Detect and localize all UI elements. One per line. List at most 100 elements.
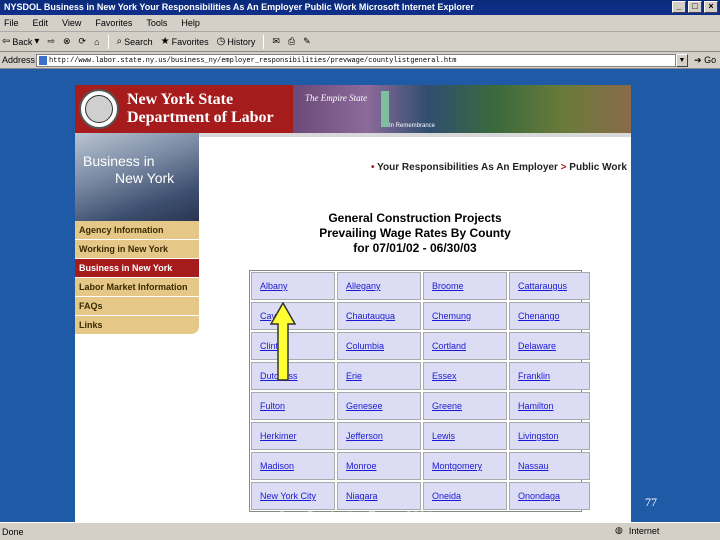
county-link[interactable]: Franklin — [509, 362, 590, 390]
heading-line2: Prevailing Wage Rates By County — [319, 226, 511, 240]
county-link[interactable]: Montgomery — [423, 452, 507, 480]
menu-tools[interactable]: Tools — [146, 15, 167, 31]
county-link[interactable]: Nassau — [509, 452, 590, 480]
county-link[interactable]: Fulton — [251, 392, 335, 420]
county-link[interactable]: Onondaga — [509, 482, 590, 510]
slide-number: 77 — [645, 495, 657, 509]
address-input[interactable]: http://www.labor.state.ny.us/business_ny… — [36, 53, 676, 67]
banner-photo: The Empire State In Remembrance — [293, 85, 631, 133]
county-grid: AlbanyAlleganyBroomeCattaraugusCayugaCha… — [249, 270, 590, 512]
menu-file[interactable]: File — [4, 15, 19, 31]
toolbar-separator — [107, 34, 109, 49]
menu-help[interactable]: Help — [181, 15, 200, 31]
mail-button[interactable]: ✉ — [272, 36, 280, 47]
security-zone: ◍ Internet — [615, 525, 659, 536]
globe-icon: ◍ — [615, 525, 623, 535]
breadcrumb-link-responsibilities[interactable]: Your Responsibilities As An Employer — [377, 162, 558, 173]
county-link[interactable]: Lewis — [423, 422, 507, 450]
slide-footer: State Purchasing Forum 2004 — [278, 508, 433, 523]
county-link[interactable]: Niagara — [337, 482, 421, 510]
county-link[interactable]: Hamilton — [509, 392, 590, 420]
edit-button[interactable]: ✎ — [303, 36, 311, 47]
county-link[interactable]: Essex — [423, 362, 507, 390]
pointer-arrow-icon — [270, 302, 296, 381]
county-link[interactable]: Herkimer — [251, 422, 335, 450]
county-link[interactable]: Cortland — [423, 332, 507, 360]
window-title: NYSDOL Business in New York Your Respons… — [4, 2, 474, 12]
toolbar: ⇦ Back ▾ ⇨ ⊗ ⟳ ⌂ ⌕ Search ★ Favorites ◷ … — [0, 32, 720, 52]
maximize-button[interactable]: □ — [688, 1, 702, 13]
print-button[interactable]: ⎙ — [288, 36, 295, 47]
empire-state-tagline: The Empire State — [305, 93, 368, 103]
close-button[interactable]: × — [704, 1, 718, 13]
status-text: Done — [2, 526, 24, 537]
menu-edit[interactable]: Edit — [33, 15, 49, 31]
minimize-button[interactable]: _ — [672, 1, 686, 13]
page-icon — [39, 55, 47, 65]
address-label: Address — [2, 55, 36, 65]
go-button[interactable]: ➔ Go — [694, 55, 716, 66]
chevron-down-icon: ▾ — [34, 36, 40, 47]
nav-item-labor-market-information[interactable]: Labor Market Information — [75, 278, 199, 297]
agency-banner[interactable]: New York State Department of Labor — [75, 85, 293, 133]
menu-bar: File Edit View Favorites Tools Help — [0, 15, 720, 32]
nav-item-links[interactable]: Links — [75, 316, 199, 335]
county-link[interactable]: Erie — [337, 362, 421, 390]
county-link[interactable]: New York City — [251, 482, 335, 510]
breadcrumb-current: Public Work — [569, 162, 627, 173]
search-button[interactable]: ⌕ Search — [117, 36, 153, 47]
back-button[interactable]: ⇦ Back ▾ — [2, 36, 39, 47]
remembrance-caption: In Remembrance — [389, 123, 436, 129]
left-nav: Agency Information Working in New York B… — [75, 221, 199, 335]
statue-of-liberty-icon — [381, 91, 389, 127]
county-link[interactable]: Broome — [423, 272, 507, 300]
back-label: Back — [12, 36, 33, 47]
web-page: New York State Department of Labor The E… — [75, 85, 631, 522]
breadcrumb: • Your Responsibilities As An Employer >… — [371, 162, 627, 173]
county-link[interactable]: Jefferson — [337, 422, 421, 450]
heading-line3: for 07/01/02 - 06/30/03 — [353, 241, 477, 255]
history-button[interactable]: ◷ History — [217, 36, 256, 47]
back-arrow-icon: ⇦ — [2, 36, 11, 47]
state-seal-icon — [79, 89, 119, 129]
nav-item-agency-information[interactable]: Agency Information — [75, 221, 199, 240]
window-title-bar: NYSDOL Business in New York Your Respons… — [0, 0, 720, 15]
county-link[interactable]: Delaware — [509, 332, 590, 360]
menu-view[interactable]: View — [62, 15, 81, 31]
page-heading: General Construction Projects Prevailing… — [249, 211, 581, 256]
county-link[interactable]: Livingston — [509, 422, 590, 450]
county-link[interactable]: Genesee — [337, 392, 421, 420]
menu-favorites[interactable]: Favorites — [95, 15, 132, 31]
nav-item-business-in-new-york[interactable]: Business in New York — [75, 259, 199, 278]
county-link[interactable]: Allegany — [337, 272, 421, 300]
county-link[interactable]: Greene — [423, 392, 507, 420]
divider — [199, 133, 631, 137]
address-url: http://www.labor.state.ny.us/business_ny… — [49, 56, 457, 65]
search-icon: ⌕ — [116, 36, 123, 47]
home-button[interactable]: ⌂ — [94, 37, 99, 47]
county-link[interactable]: Albany — [251, 272, 335, 300]
heading-line1: General Construction Projects — [328, 211, 502, 225]
refresh-button[interactable]: ⟳ — [79, 36, 87, 47]
county-link[interactable]: Monroe — [337, 452, 421, 480]
hero-title-line2: New York — [115, 170, 175, 186]
nav-item-working-in-new-york[interactable]: Working in New York — [75, 240, 199, 259]
nav-item-faqs[interactable]: FAQs — [75, 297, 199, 316]
address-dropdown-button[interactable]: ▼ — [676, 53, 688, 67]
history-icon: ◷ — [216, 36, 226, 47]
county-link[interactable]: Chenango — [509, 302, 590, 330]
agency-name-line2: Department of Labor — [127, 109, 274, 126]
county-link[interactable]: Columbia — [337, 332, 421, 360]
stop-button[interactable]: ⊗ — [63, 36, 71, 47]
county-link[interactable]: Chautauqua — [337, 302, 421, 330]
breadcrumb-separator: > — [557, 162, 570, 173]
hero-title-line1: Business in — [83, 153, 155, 169]
county-link[interactable]: Madison — [251, 452, 335, 480]
forward-button[interactable]: ⇨ — [47, 36, 55, 47]
county-link[interactable]: Oneida — [423, 482, 507, 510]
county-link[interactable]: Cattaraugus — [509, 272, 590, 300]
toolbar-separator — [263, 34, 265, 49]
agency-name-line1: New York State — [127, 91, 234, 108]
favorites-button[interactable]: ★ Favorites — [161, 36, 209, 47]
county-link[interactable]: Chemung — [423, 302, 507, 330]
